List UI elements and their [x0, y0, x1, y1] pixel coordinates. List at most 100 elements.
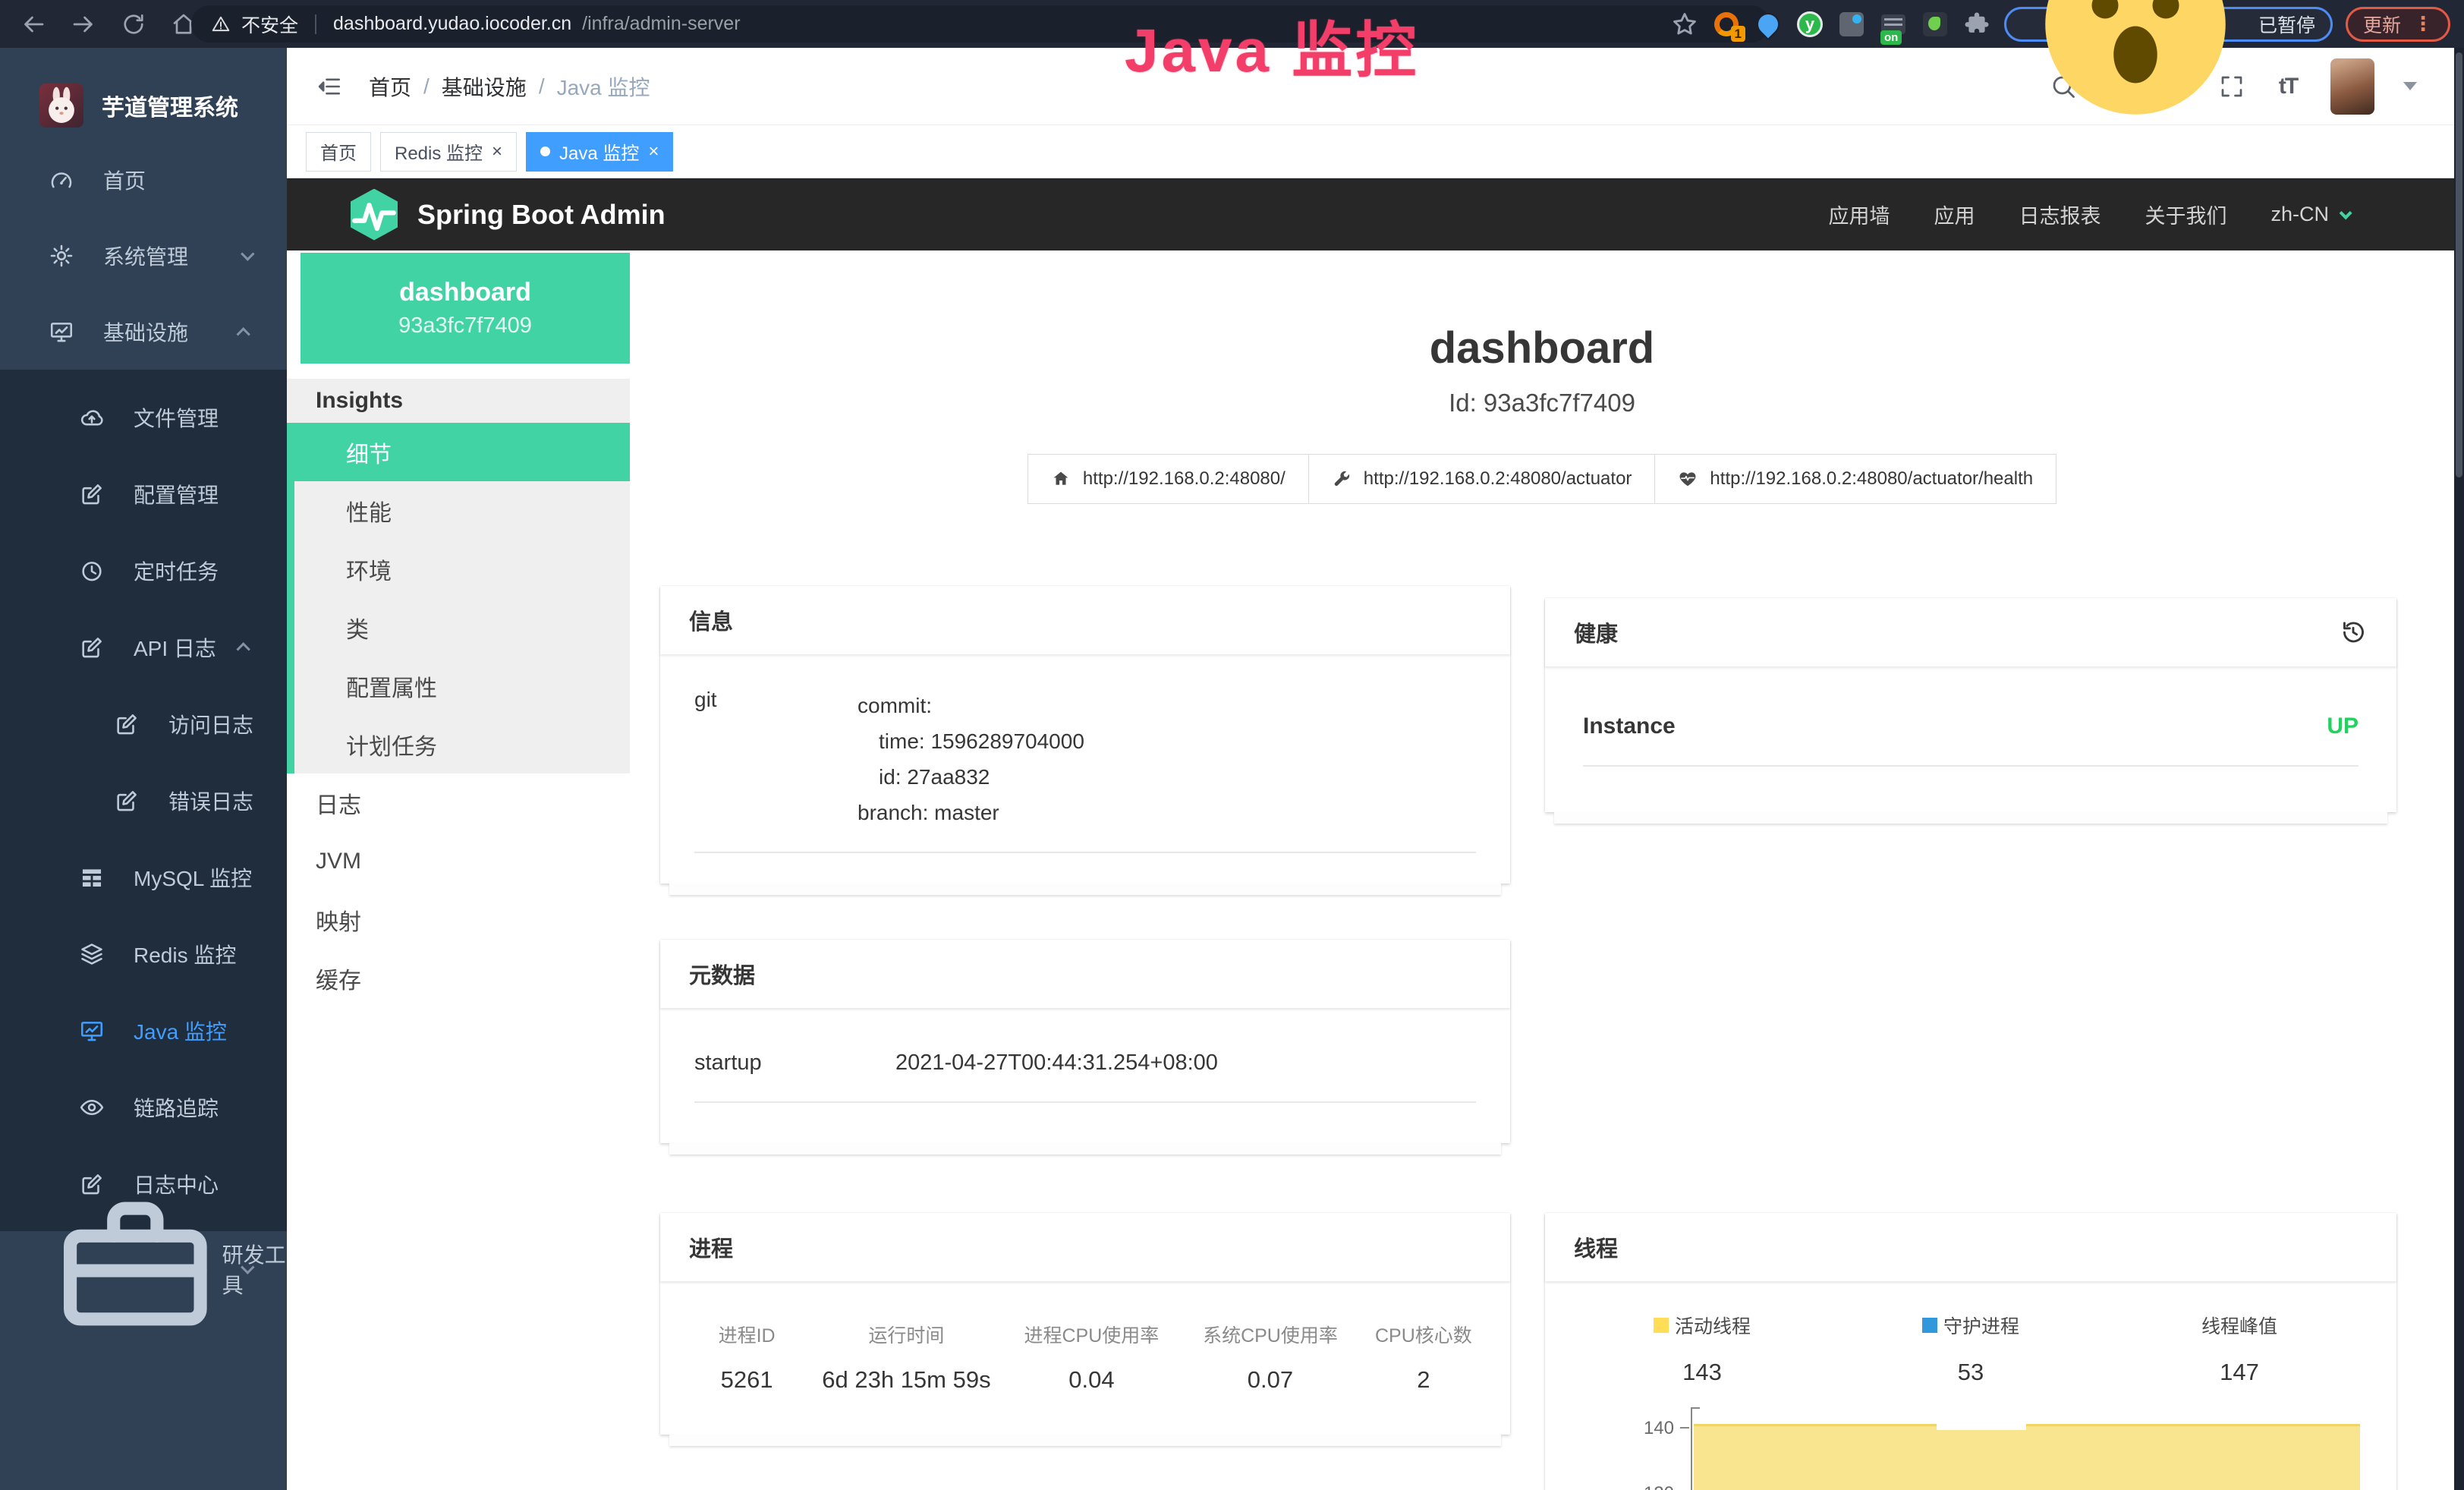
browser-update-button[interactable]: 更新 ⋮ [2346, 7, 2450, 42]
sba-sidebar: dashboard 93a3fc7f7409 Insights 细节 性能 环境… [287, 250, 630, 1490]
sba-instance-header[interactable]: dashboard 93a3fc7f7409 [301, 253, 630, 364]
hamburger-icon[interactable] [314, 74, 345, 99]
caret-down-icon[interactable] [2403, 82, 2417, 90]
sba-nav-applications[interactable]: 应用 [1934, 200, 1975, 229]
sidebar-item-label: 访问日志 [168, 709, 253, 739]
y-axis-tick: 140 [1568, 1418, 1674, 1439]
security-warning-icon[interactable] [211, 14, 231, 34]
extension-leaf-icon[interactable] [1921, 10, 1949, 39]
sidebar-item-error-log[interactable]: 错误日志 [0, 762, 287, 839]
forward-icon[interactable] [70, 11, 97, 38]
user-avatar[interactable] [2330, 58, 2374, 115]
sidebar-item-mysql[interactable]: MySQL 监控 [0, 839, 287, 915]
page-scrollbar[interactable] [2454, 48, 2464, 1490]
health-instance-label: Instance [1583, 713, 1676, 739]
process-value-row: 5261 6d 23h 15m 59s 0.04 0.07 2 [683, 1366, 1487, 1394]
app-title: 芋道管理系统 [102, 89, 238, 122]
instance-home-link[interactable]: http://192.168.0.2:48080/ [1027, 454, 1309, 504]
fontsize-icon[interactable]: tT [2274, 73, 2302, 100]
process-col-header: CPU核心数 [1360, 1321, 1487, 1348]
extension-badge: 1 [1731, 26, 1745, 42]
breadcrumb-infra[interactable]: 基础设施 [442, 71, 527, 102]
sba-navbar: Spring Boot Admin 应用墙 应用 日志报表 关于我们 zh-CN [287, 178, 2464, 250]
process-card: 进程 进程ID 运行时间 进程CPU使用率 系统CPU使用率 CPU核心数 52… [660, 1213, 1510, 1435]
sidebar-item-access-log[interactable]: 访问日志 [0, 685, 287, 762]
sba-nav-wallboard[interactable]: 应用墙 [1828, 200, 1890, 229]
process-col-header: 系统CPU使用率 [1181, 1321, 1360, 1348]
sidebar-item-job[interactable]: 定时任务 [0, 532, 287, 609]
metadata-startup-row: startup 2021-04-27T00:44:31.254+08:00 [694, 1051, 1476, 1076]
app-logo-row[interactable]: 芋道管理系统 [0, 48, 287, 142]
sba-item-environment[interactable]: 环境 [294, 540, 630, 598]
instance-health-link[interactable]: http://192.168.0.2:48080/actuator/health [1655, 454, 2056, 504]
annotation-overlay-text: Java 监控 [1125, 2, 1419, 90]
back-icon[interactable] [20, 11, 47, 38]
tab-label: Redis 监控 [395, 138, 483, 165]
tab-home[interactable]: 首页 [306, 132, 371, 172]
tab-redis-monitor[interactable]: Redis 监控 × [380, 132, 517, 172]
profile-paused-button[interactable]: 已暂停 [2004, 7, 2333, 42]
process-header-row: 进程ID 运行时间 进程CPU使用率 系统CPU使用率 CPU核心数 [683, 1321, 1487, 1348]
instance-actuator-link[interactable]: http://192.168.0.2:48080/actuator [1309, 454, 1656, 504]
sidebar-item-label: 链路追踪 [134, 1092, 219, 1123]
sba-item-mappings[interactable]: 映射 [287, 890, 630, 949]
profile-paused-label: 已暂停 [2258, 11, 2315, 38]
extension-y-icon[interactable]: y [1795, 10, 1824, 39]
extensions-puzzle-icon[interactable] [1962, 10, 1991, 39]
sidebar-item-infra[interactable]: 基础设施 [0, 294, 287, 370]
sidebar-item-trace[interactable]: 链路追踪 [0, 1069, 287, 1145]
sba-item-metrics[interactable]: 性能 [294, 481, 630, 540]
extension-switch-icon[interactable]: on [1879, 10, 1908, 39]
metadata-row-value: 2021-04-27T00:44:31.254+08:00 [895, 1051, 1218, 1076]
y-axis-tick: 120 [1568, 1483, 1674, 1490]
sba-language-select[interactable]: zh-CN [2270, 203, 2349, 226]
sidebar-item-api-log[interactable]: API 日志 [0, 609, 287, 685]
extension-orange-icon[interactable]: 1 [1712, 10, 1741, 39]
close-icon[interactable]: × [648, 143, 659, 161]
sba-item-jvm[interactable]: JVM [287, 832, 630, 890]
sidebar-item-java-monitor[interactable]: Java 监控 [0, 992, 287, 1069]
address-bar[interactable]: 不安全 dashboard.yudao.iocoder.cn/infra/adm… [191, 5, 1770, 43]
sidebar-item-config[interactable]: 配置管理 [0, 455, 287, 532]
threads-legend: 活动线程 143 守护进程 53 线程峰值 147 [1568, 1312, 2374, 1386]
extension-grid-icon[interactable] [1837, 10, 1866, 39]
history-restore-icon[interactable] [2339, 618, 2368, 647]
sidebar-item-home[interactable]: 首页 [0, 142, 287, 218]
sba-item-details[interactable]: 细节 [294, 423, 630, 481]
legend-swatch-live [1654, 1318, 1669, 1333]
sidebar-item-label: 研发工具 [222, 1239, 287, 1299]
sba-nav-about[interactable]: 关于我们 [2145, 200, 2226, 229]
breadcrumb-home[interactable]: 首页 [369, 71, 411, 102]
reload-icon[interactable] [120, 11, 147, 38]
sba-item-caches[interactable]: 缓存 [287, 949, 630, 1007]
process-col-value: 0.04 [1002, 1366, 1182, 1394]
browser-menu-icon[interactable]: ⋮ [2413, 12, 2433, 36]
close-icon[interactable]: × [492, 143, 502, 161]
sidebar-item-label: 定时任务 [134, 556, 219, 586]
sba-item-classes[interactable]: 类 [294, 598, 630, 657]
legend-label: 活动线程 [1675, 1312, 1751, 1339]
eye-icon [79, 1095, 105, 1120]
sba-item-logs[interactable]: 日志 [287, 773, 630, 832]
git-time-line: time: 1596289704000 [858, 723, 1084, 759]
profile-face-icon [2022, 0, 2249, 138]
sidebar-item-dev-tools[interactable]: 研发工具 [0, 1231, 287, 1307]
sidebar-item-redis[interactable]: Redis 监控 [0, 915, 287, 992]
sidebar-item-system[interactable]: 系统管理 [0, 218, 287, 294]
tab-label: 首页 [320, 138, 357, 165]
gauge-icon [49, 167, 74, 193]
app-sidebar: 芋道管理系统 首页 系统管理 基础设施 文件管理 配置管理 定时任务 API 日… [0, 48, 287, 1490]
sba-nav-journal[interactable]: 日志报表 [2019, 200, 2101, 229]
url-path: /infra/admin-server [582, 13, 740, 35]
tab-java-monitor[interactable]: Java 监控 × [526, 132, 673, 172]
edit-icon [114, 788, 140, 814]
bookmark-star-icon[interactable] [1670, 10, 1699, 39]
process-col-value: 2 [1360, 1366, 1487, 1394]
sba-brand[interactable]: Spring Boot Admin [351, 189, 666, 241]
sba-item-scheduled-tasks[interactable]: 计划任务 [294, 715, 630, 773]
extension-pin-icon[interactable] [1754, 10, 1783, 39]
sidebar-item-label: 错误日志 [168, 786, 253, 816]
sba-insight-list: 细节 性能 环境 类 配置属性 计划任务 [287, 423, 630, 773]
sidebar-item-file[interactable]: 文件管理 [0, 379, 287, 455]
sba-item-config-props[interactable]: 配置属性 [294, 657, 630, 715]
